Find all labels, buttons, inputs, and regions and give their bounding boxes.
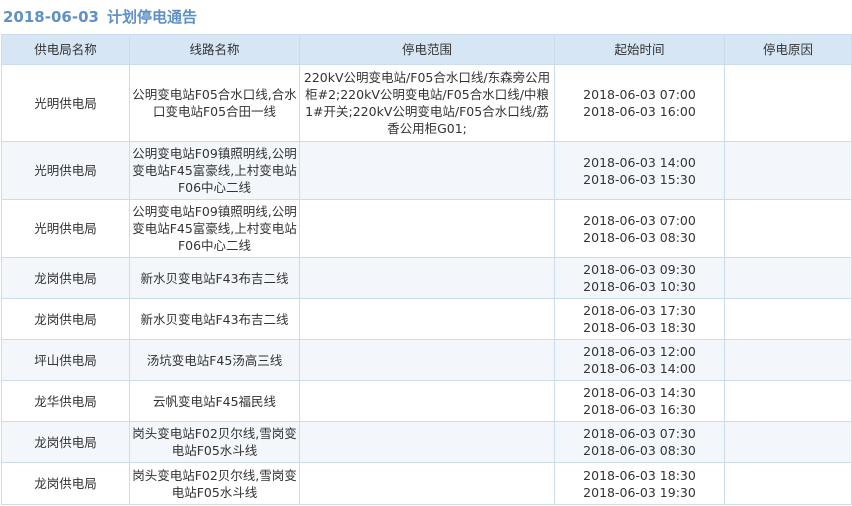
range-cell [299,380,555,422]
end-time: 2018-06-03 19:30 [583,484,696,500]
range-cell [299,199,555,258]
line-cell: 公明变电站F05合水口线,合水口变电站F05合田一线 [129,64,300,142]
line-cell: 云帆变电站F45福民线 [129,380,300,422]
line-cell: 公明变电站F09镇照明线,公明变电站F45富豪线,上村变电站F06中心二线 [129,141,300,200]
start-time: 2018-06-03 07:00 [583,212,696,228]
range-cell: 220kV公明变电站/F05合水口线/东森旁公用柜#2;220kV公明变电站/F… [299,64,555,142]
bureau-cell: 龙岗供电局 [1,257,130,299]
table-row: 龙华供电局 云帆变电站F45福民线 2018-06-03 14:30 2018-… [1,380,852,422]
time-cell: 2018-06-03 18:30 2018-06-03 19:30 [554,462,725,505]
bureau-cell: 龙岗供电局 [1,421,130,463]
line-cell: 岗头变电站F02贝尔线,雪岗变电站F05水斗线 [129,421,300,463]
column-header-range: 停电范围 [299,34,555,65]
reason-cell [724,199,852,258]
range-cell [299,421,555,463]
column-header-line: 线路名称 [129,34,300,65]
end-time: 2018-06-03 08:30 [583,443,696,458]
time-cell: 2018-06-03 17:30 2018-06-03 18:30 [554,298,725,340]
notice-title: 计划停电通告 [106,8,197,26]
line-cell: 公明变电站F09镇照明线,公明变电站F45富豪线,上村变电站F06中心二线 [129,199,300,258]
time-cell: 2018-06-03 14:30 2018-06-03 16:30 [554,380,725,422]
line-cell: 新水贝变电站F43布吉二线 [129,257,300,299]
time-cell: 2018-06-03 07:30 2018-06-03 08:30 [554,421,725,463]
end-time: 2018-06-03 15:30 [583,171,696,187]
bureau-cell: 坪山供电局 [1,339,130,381]
reason-cell [724,298,852,340]
range-cell [299,462,555,505]
outage-notice-page: 2018-06-03 计划停电通告 供电局名称 线路名称 停电范围 起始时间 停电… [0,0,852,506]
table-row: 龙岗供电局 岗头变电站F02贝尔线,雪岗变电站F05水斗线 2018-06-03… [1,421,852,463]
end-time: 2018-06-03 14:00 [583,361,696,376]
table-row: 光明供电局 公明变电站F09镇照明线,公明变电站F45富豪线,上村变电站F06中… [1,141,852,200]
range-cell [299,257,555,299]
reason-cell [724,141,852,200]
outage-table: 供电局名称 线路名称 停电范围 起始时间 停电原因 光明供电局 公明变电站F05… [1,34,852,505]
reason-cell [724,257,852,299]
column-header-bureau: 供电局名称 [1,34,130,65]
bureau-cell: 龙岗供电局 [1,298,130,340]
notice-date: 2018-06-03 [3,8,99,26]
bureau-cell: 光明供电局 [1,141,130,200]
start-time: 2018-06-03 14:00 [583,154,696,170]
line-cell: 新水贝变电站F43布吉二线 [129,298,300,340]
bureau-cell: 光明供电局 [1,64,130,142]
page-title: 2018-06-03 计划停电通告 [0,0,852,34]
time-cell: 2018-06-03 07:00 2018-06-03 08:30 [554,199,725,258]
table-row: 坪山供电局 汤坑变电站F45汤高三线 2018-06-03 12:00 2018… [1,339,852,381]
table-row: 龙岗供电局 岗头变电站F02贝尔线,雪岗变电站F05水斗线 2018-06-03… [1,462,852,505]
table-row: 龙岗供电局 新水贝变电站F43布吉二线 2018-06-03 09:30 201… [1,257,852,299]
start-time: 2018-06-03 12:00 [583,344,696,359]
time-cell: 2018-06-03 07:00 2018-06-03 16:00 [554,64,725,142]
start-time: 2018-06-03 17:30 [583,303,696,318]
start-time: 2018-06-03 18:30 [583,467,696,483]
start-time: 2018-06-03 07:30 [583,426,696,441]
reason-cell [724,462,852,505]
table-header-row: 供电局名称 线路名称 停电范围 起始时间 停电原因 [1,34,852,65]
line-cell: 汤坑变电站F45汤高三线 [129,339,300,381]
line-cell: 岗头变电站F02贝尔线,雪岗变电站F05水斗线 [129,462,300,505]
table-row: 光明供电局 公明变电站F09镇照明线,公明变电站F45富豪线,上村变电站F06中… [1,199,852,258]
end-time: 2018-06-03 10:30 [583,279,696,294]
range-cell [299,298,555,340]
table-row: 光明供电局 公明变电站F05合水口线,合水口变电站F05合田一线 220kV公明… [1,64,852,142]
bureau-cell: 龙岗供电局 [1,462,130,505]
time-cell: 2018-06-03 12:00 2018-06-03 14:00 [554,339,725,381]
time-cell: 2018-06-03 14:00 2018-06-03 15:30 [554,141,725,200]
end-time: 2018-06-03 18:30 [583,320,696,335]
reason-cell [724,380,852,422]
start-time: 2018-06-03 09:30 [583,262,696,277]
bureau-cell: 光明供电局 [1,199,130,258]
range-cell [299,339,555,381]
start-time: 2018-06-03 07:00 [583,87,696,102]
end-time: 2018-06-03 08:30 [583,229,696,245]
column-header-reason: 停电原因 [724,34,852,65]
table-row: 龙岗供电局 新水贝变电站F43布吉二线 2018-06-03 17:30 201… [1,298,852,340]
reason-cell [724,64,852,142]
start-time: 2018-06-03 14:30 [583,385,696,400]
bureau-cell: 龙华供电局 [1,380,130,422]
time-cell: 2018-06-03 09:30 2018-06-03 10:30 [554,257,725,299]
reason-cell [724,421,852,463]
range-cell [299,141,555,200]
end-time: 2018-06-03 16:30 [583,402,696,417]
column-header-start-time: 起始时间 [554,34,725,65]
end-time: 2018-06-03 16:00 [583,104,696,119]
reason-cell [724,339,852,381]
